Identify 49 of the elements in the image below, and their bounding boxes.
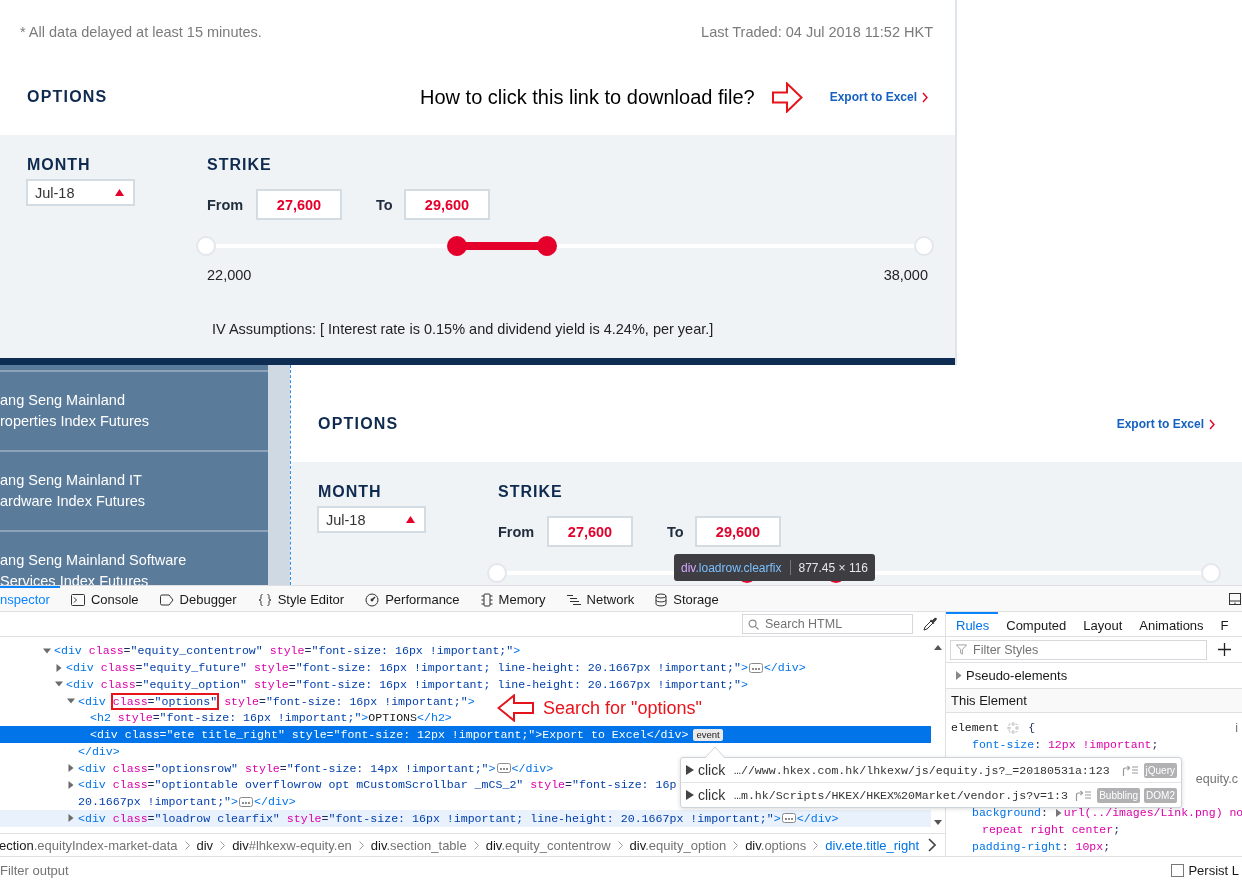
range-max-label: 38,000: [883, 266, 928, 284]
annotation-text: Search for "options": [543, 697, 702, 719]
section-header: This Element: [946, 689, 1242, 713]
html-code: 20.1667px !important;">: [78, 795, 239, 809]
html-code: </div>: [78, 744, 120, 758]
html-code: <div class="ete title_right" style="font-size: 12px !important;">Export to Excel</div>: [90, 728, 689, 742]
field-label: From: [207, 196, 245, 213]
field-label: From: [498, 523, 536, 540]
field-label: MONTH: [27, 155, 92, 175]
html-code: <div class="equity_future" style="font-size: 16px !important; line-height: 20.1667px !important;">: [66, 661, 748, 675]
css-selector: element: [951, 721, 1000, 734]
section-title: OPTIONS: [27, 88, 108, 106]
css-declaration: font-size: 12px !important;: [972, 738, 1159, 751]
html-code: style="font-size: 16px !important;">: [223, 694, 475, 708]
range-min-label: 22,000: [207, 266, 252, 284]
html-code: </div>: [511, 761, 554, 775]
html-code: </div>: [796, 811, 839, 825]
field-label: To: [376, 196, 394, 213]
last-traded-time: Last Traded: 04 Jul 2018 11:52 HKT: [701, 24, 933, 40]
html-code: <div: [78, 694, 107, 708]
delay-note: * All data delayed at least 15 minutes.: [20, 24, 262, 40]
html-code: <h2 style="font-size: 16px !important;">OPTIONS</h2>: [90, 711, 452, 725]
field-label: STRIKE: [498, 482, 563, 502]
highlight-frame: class="options": [112, 694, 218, 708]
css-declaration: background:: [972, 806, 1049, 819]
event-type: click: [698, 762, 727, 778]
field-label: MONTH: [318, 482, 383, 502]
iv-assumptions-note: IV Assumptions: [ Interest rate is 0.15% and dividend yield is 4.24%, per year.]: [211, 320, 715, 338]
listener-tag: Bubbling: [1097, 787, 1141, 803]
html-code: <div class="equity_option" style="font-size: 16px !important; line-height: 20.1667px !important;">: [66, 677, 748, 691]
field-label: STRIKE: [207, 155, 272, 175]
annotation-text: How to click this link to download file?: [420, 85, 755, 109]
section-title: OPTIONS: [318, 415, 399, 433]
css-declaration: padding-right: 10px;: [972, 840, 1111, 853]
listener-tag: DOM2: [1144, 787, 1177, 803]
element-size: 877.45 × 116: [798, 560, 868, 575]
html-code: <div class="equity_contentrow" style="font-size: 16px !important;">: [54, 644, 521, 658]
field-label: To: [667, 523, 685, 540]
listener-tag: jQuery: [1143, 762, 1177, 778]
html-code: <div class="loadrow clearfix" style="font-size: 16px !important; line-height: 20.1667px !important;">: [78, 811, 781, 825]
element-selector: div.loadrow.clearfix: [681, 560, 782, 575]
html-code: <div class="optiontable overflowrow opt mCustomScrollbar _mCS_2" style="font-size: 16p: [78, 778, 677, 792]
event-type: click: [698, 787, 727, 803]
css-declaration: repeat right center;: [982, 823, 1121, 836]
html-code: </div>: [763, 661, 806, 675]
html-code: </div>: [254, 795, 296, 809]
css-declaration: url(../images/Link.png) no: [1063, 806, 1242, 819]
css-selector: {: [1028, 721, 1036, 734]
html-code: <div class="optionsrow" style="font-size: 14px !important;">: [78, 761, 496, 775]
